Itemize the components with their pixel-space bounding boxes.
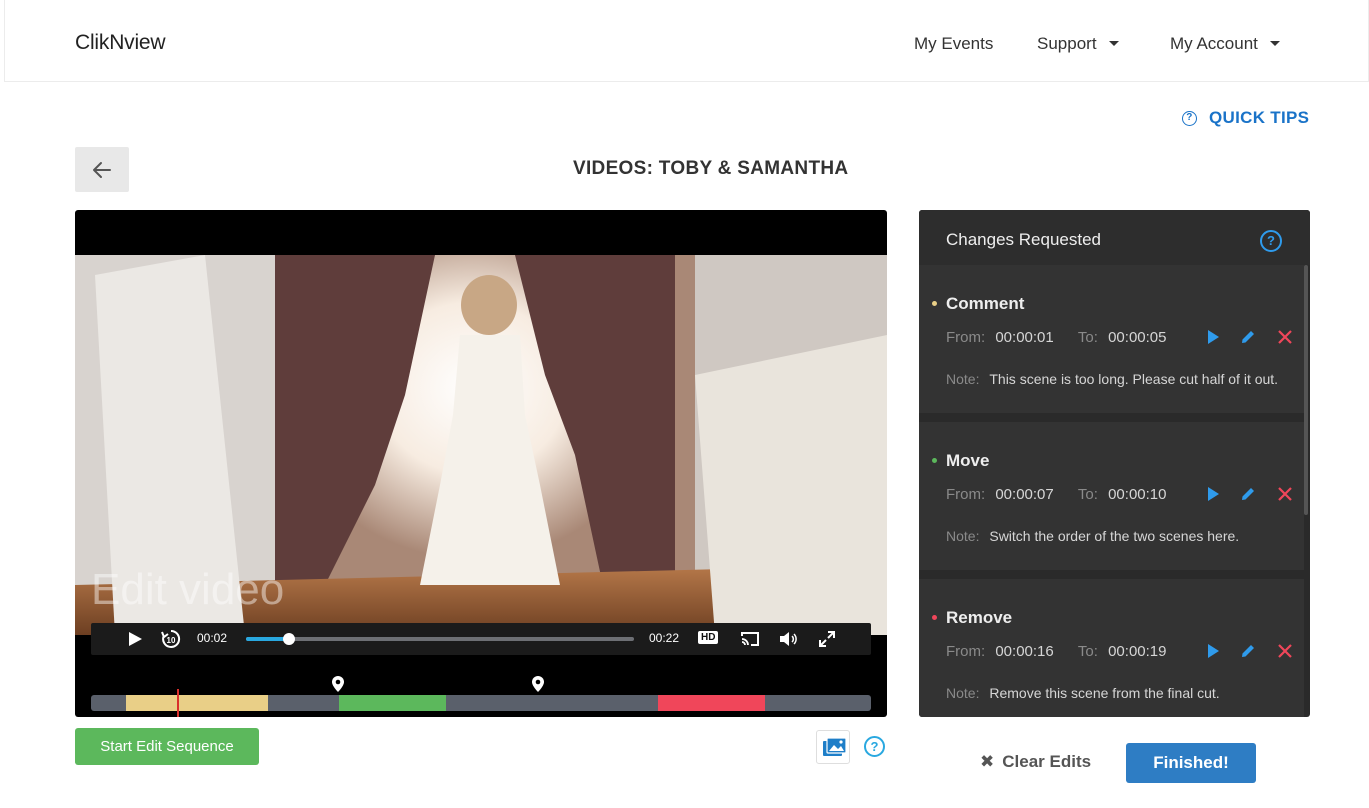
video-player: Edit video 10 00:02 00:22 HD [75,210,887,717]
changes-requested-panel: Changes Requested ? Comment From: 00:00:… [919,210,1310,717]
back-button[interactable] [75,147,129,192]
media-gallery-button[interactable] [816,730,850,764]
change-card-move: Move From: 00:00:07 To: 00:00:10 Note: S… [919,422,1304,570]
help-icon[interactable]: ? [1260,230,1282,252]
nav-support[interactable]: Support [1037,34,1119,54]
timeline-segment[interactable] [658,695,765,711]
svg-text:10: 10 [167,636,176,645]
fullscreen-icon[interactable] [818,630,836,648]
change-type: Move [946,451,990,470]
nav-support-label: Support [1037,34,1097,53]
chevron-down-icon [1269,41,1280,46]
note-text: Remove this scene from the final cut. [989,685,1220,701]
note-label: Note: [946,528,980,544]
clear-edits-button[interactable]: ✖ Clear Edits [980,752,1091,772]
to-time: 00:00:05 [1108,329,1167,346]
change-card-remove: Remove From: 00:00:16 To: 00:00:19 Note:… [919,579,1304,717]
from-label: From: [946,643,986,660]
clear-edits-label: Clear Edits [1002,752,1092,771]
change-range: From: 00:00:16 To: 00:00:19 [946,643,1166,660]
note-label: Note: [946,371,980,387]
delete-x-icon[interactable] [1276,485,1294,503]
brand-logo[interactable]: ClikNview [75,31,166,55]
location-pin-icon[interactable] [331,675,345,693]
seek-bar-thumb[interactable] [282,633,295,645]
hd-quality-button[interactable]: HD [698,631,719,644]
edit-pencil-icon[interactable] [1239,328,1257,346]
change-type: Remove [946,608,1013,627]
top-navbar: ClikNview My Events Support My Account [4,0,1369,82]
change-range: From: 00:00:07 To: 00:00:10 [946,486,1166,503]
quick-tips-link[interactable]: ? QUICK TIPS [1182,108,1309,128]
nav-my-account-label: My Account [1170,34,1258,53]
from-time: 00:00:16 [995,643,1054,660]
changes-scrollbar[interactable] [1304,265,1308,515]
nav-my-account[interactable]: My Account [1170,34,1280,54]
to-label: To: [1077,643,1098,660]
note-text: This scene is too long. Please cut half … [989,371,1279,387]
to-label: To: [1077,329,1098,346]
from-time: 00:00:01 [995,329,1054,346]
duration-time: 00:22 [649,631,680,645]
player-controls: 10 00:02 00:22 HD [91,623,871,655]
to-label: To: [1077,486,1098,503]
back-arrow-icon [93,162,111,178]
quick-tips-label: QUICK TIPS [1209,108,1310,127]
change-note: Note: Switch the order of the two scenes… [946,528,1239,544]
change-card-comment: Comment From: 00:00:01 To: 00:00:05 Note… [919,265,1304,413]
to-time: 00:00:19 [1108,643,1167,660]
help-icon: ? [1182,110,1197,126]
edit-pencil-icon[interactable] [1239,642,1257,660]
from-time: 00:00:07 [995,486,1054,503]
rewind-10-icon[interactable]: 10 [160,628,182,650]
changes-title: Changes Requested [946,230,1102,249]
change-range: From: 00:00:01 To: 00:00:05 [946,329,1166,346]
change-type-dot [932,458,937,463]
delete-x-icon[interactable] [1276,642,1294,660]
nav-my-events[interactable]: My Events [914,34,993,54]
change-note: Note: This scene is too long. Please cut… [946,371,1278,387]
edit-video-watermark: Edit video [91,565,285,614]
chevron-down-icon [1108,41,1119,46]
play-icon[interactable] [1204,642,1222,660]
delete-x-icon[interactable] [1276,328,1294,346]
changes-header: Changes Requested ? [919,210,1310,265]
timeline-segment[interactable] [126,695,269,711]
play-icon[interactable] [1204,328,1222,346]
start-edit-sequence-button[interactable]: Start Edit Sequence [75,728,259,765]
change-type: Comment [946,294,1025,313]
from-label: From: [946,329,986,346]
change-type-dot [932,615,937,620]
close-icon: ✖ [980,752,995,771]
change-note: Note: Remove this scene from the final c… [946,685,1220,701]
help-icon[interactable]: ? [864,736,885,757]
cast-icon[interactable] [740,630,760,648]
to-time: 00:00:10 [1108,486,1167,503]
seek-bar[interactable] [246,633,634,645]
play-icon[interactable] [1204,485,1222,503]
volume-icon[interactable] [779,631,799,647]
timeline-segment[interactable] [339,695,446,711]
edit-timeline[interactable] [91,689,871,717]
note-text: Switch the order of the two scenes here. [989,528,1240,544]
current-time: 00:02 [197,631,228,645]
location-pin-icon[interactable] [531,675,545,693]
from-label: From: [946,486,986,503]
finished-button[interactable]: Finished! [1126,743,1256,783]
page-title: VIDEOS: TOBY & SAMANTHA [573,158,849,179]
media-gallery-icon [823,737,847,756]
note-label: Note: [946,685,980,701]
play-icon[interactable] [127,631,143,647]
timeline-playhead[interactable] [176,689,179,717]
change-type-dot [932,301,937,306]
edit-pencil-icon[interactable] [1239,485,1257,503]
